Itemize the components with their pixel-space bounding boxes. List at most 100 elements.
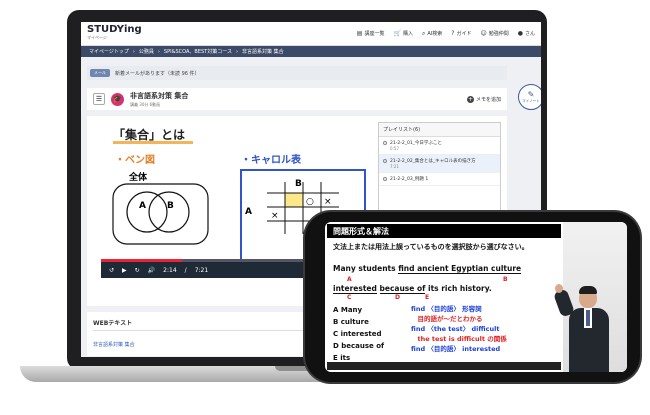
breadcrumb-item[interactable]: マイページトップ	[89, 48, 129, 55]
top-bar: STUDYing マイページ ▤ 講座一覧 🛒 購入 ⌕ AI検索? ガイド ☺ 勉強仲間 ● さん	[81, 22, 541, 46]
lecture-note: the test is difficult の関係	[411, 335, 507, 343]
plus-icon: +	[466, 95, 474, 103]
lecture-note: 目的語が～だとわかる	[411, 315, 483, 323]
lecture-sentence-1: Many students find ancient Egyptian cult…	[333, 264, 522, 274]
lesson-title: 非言語系対策 集合	[130, 91, 189, 100]
playlist-item-text: 21-2-2_03_例題 1	[390, 176, 428, 182]
my-note-label: マイノート	[522, 99, 540, 103]
nav-item-label: 購入	[402, 31, 413, 37]
breadcrumb-item[interactable]: 非言語系対策 集合	[242, 48, 284, 55]
user-icon: ●	[517, 30, 523, 37]
lecture-sentence-2: interested because of its rich history.	[333, 284, 492, 294]
answer-choice: A Many	[333, 306, 363, 314]
breadcrumb-item[interactable]: SPI&SCOA、BEST対策コース	[164, 48, 232, 55]
playlist-item-time: 0:57	[390, 146, 399, 151]
venn-circle-b	[148, 191, 190, 233]
rewind-icon[interactable]: ↺	[109, 267, 114, 274]
graduation-cap-icon: 🎓	[111, 92, 124, 106]
breadcrumb-item[interactable]: 公務員	[139, 48, 154, 55]
people-icon: ☺	[480, 30, 487, 37]
nav-item-5[interactable]: ● さん	[518, 30, 535, 37]
playlist-item[interactable]: 21-2-2_02_集合とは_キャロル表の描き方 7:21	[379, 155, 500, 173]
nav-item-2[interactable]: ⌕ AI検索	[422, 30, 442, 38]
sentence1-part2: find ancient Egyptian culture	[398, 264, 522, 274]
playlist-panel: プレイリスト(6) 21-2-2_01_今日学ぶこと 0:57 21-2-2_02_…	[378, 122, 501, 222]
carroll-a-label: A	[245, 207, 252, 217]
carroll-b-label: B	[295, 179, 302, 189]
answer-choices: A Many B culture C interested D because of E…	[333, 304, 384, 364]
menu-list-icon[interactable]: ☰	[93, 93, 105, 105]
presenter-arm	[552, 288, 576, 318]
status-icon	[383, 159, 387, 163]
label-d: D	[395, 294, 400, 301]
logo[interactable]: STUDYing マイページ	[87, 23, 142, 42]
playlist-item[interactable]: 21-2-2_03_例題 1	[379, 173, 500, 186]
venn-a-label: A	[139, 201, 146, 211]
add-memo-label: メモを追加	[475, 96, 501, 103]
nav-item-1[interactable]: 🛒 購入	[393, 30, 413, 37]
nav-item-4[interactable]: ☺ 勉強仲間	[480, 30, 508, 37]
lecture-note: find 〈the test〉 difficult	[411, 325, 500, 333]
pencil-icon: ✎	[527, 90, 535, 99]
my-note-button[interactable]: ✎ マイノート	[518, 84, 541, 110]
nav-item-0[interactable]: ▤ 講座一覧	[357, 30, 385, 37]
label-c: C	[347, 294, 352, 301]
presenter-tie	[586, 310, 590, 326]
phone-notch	[311, 268, 323, 324]
lecture-header: 問題形式＆解法	[327, 224, 561, 238]
sentence1-part1: Many students	[333, 264, 399, 273]
carroll-cell-2: ×	[324, 197, 332, 207]
main-nav: ▤ 講座一覧 🛒 購入 ⌕ AI検索? ガイド ☺ 勉強仲間 ● さん	[357, 30, 535, 38]
status-icon	[383, 177, 387, 181]
label-a: A	[347, 276, 352, 283]
nav-item-label: ガイド	[456, 31, 472, 37]
playlist-item-text: 21-2-2_02_集合とは_キャロル表の描き方 7:21	[390, 158, 476, 169]
lecture-notes: find 〈目的語〉 形容詞 目的語が～だとわかる find 〈the test〉…	[411, 304, 507, 354]
lesson-title-card: ☰ 🎓 非言語系対策 集合 講義 30分 6動画 + メモを追加	[87, 88, 507, 110]
logo-text: STUDYing	[87, 23, 142, 35]
carroll-cell-1: ○	[306, 197, 314, 207]
mail-notice[interactable]: メール 新着メールがあります（未読 96 件）	[87, 66, 507, 80]
nav-item-label: 勉強仲間	[488, 31, 509, 37]
nav-item-label: 講座一覧	[364, 31, 385, 37]
total-time: 7:21	[194, 266, 209, 274]
forward-icon[interactable]: ↻	[135, 267, 140, 274]
playlist-item[interactable]: 21-2-2_01_今日学ぶこと 0:57	[379, 137, 500, 155]
lecture-note: find 〈目的語〉 interested	[411, 345, 501, 353]
breadcrumb-separator: ›	[132, 48, 135, 55]
breadcrumb-separator: ›	[236, 48, 238, 55]
help-icon: ?	[451, 30, 455, 37]
presenter-hand	[555, 284, 563, 293]
mail-badge: メール	[90, 69, 110, 77]
volume-icon[interactable]: 🔊	[148, 267, 155, 274]
presenter-hair	[579, 286, 597, 294]
playlist-item-text: 21-2-2_01_今日学ぶこと 0:57	[390, 140, 442, 151]
label-b: B	[503, 276, 508, 283]
nav-item-label: AI検索	[427, 31, 443, 37]
mail-text[interactable]: 新着メールがあります（未読 96 件）	[115, 70, 200, 77]
nav-item-3[interactable]: ? ガイド	[451, 30, 471, 37]
lecture-bottom-bar	[327, 362, 561, 370]
sentence2-part1: interested	[333, 284, 377, 294]
sentence2-part2: because of	[379, 284, 426, 294]
answer-choice: B culture	[333, 318, 369, 326]
search-icon: ⌕	[421, 29, 426, 37]
time-sep: /	[184, 266, 187, 274]
phone-screen: 問題形式＆解法 文法上または用法上誤っているものを選択肢から選びなさい。 Man…	[325, 222, 627, 372]
sentence2-part3: its rich history.	[425, 284, 492, 293]
product-showcase: STUDYing マイページ ▤ 講座一覧 🛒 購入 ⌕ AI検索? ガイド ☺ 勉強仲間 ● さん…	[0, 0, 650, 415]
playlist-item-title: 21-2-2_03_例題 1	[390, 177, 429, 182]
logo-sub: マイページ	[87, 34, 107, 40]
carroll-highlight	[285, 193, 303, 207]
breadcrumb-separator: ›	[157, 48, 160, 55]
play-icon[interactable]: ▶	[122, 267, 127, 274]
book-icon: ▤	[356, 30, 363, 37]
venn-whole-label: 全体	[128, 171, 148, 183]
answer-choice: D because of	[333, 342, 385, 350]
cart-icon: 🛒	[393, 30, 401, 37]
status-icon	[383, 141, 387, 145]
playlist-item-time: 7:21	[390, 164, 399, 169]
lesson-title-block: 非言語系対策 集合 講義 30分 6動画	[130, 91, 188, 108]
add-memo-button[interactable]: + メモを追加	[466, 95, 501, 103]
venn-circle-a	[126, 191, 168, 233]
